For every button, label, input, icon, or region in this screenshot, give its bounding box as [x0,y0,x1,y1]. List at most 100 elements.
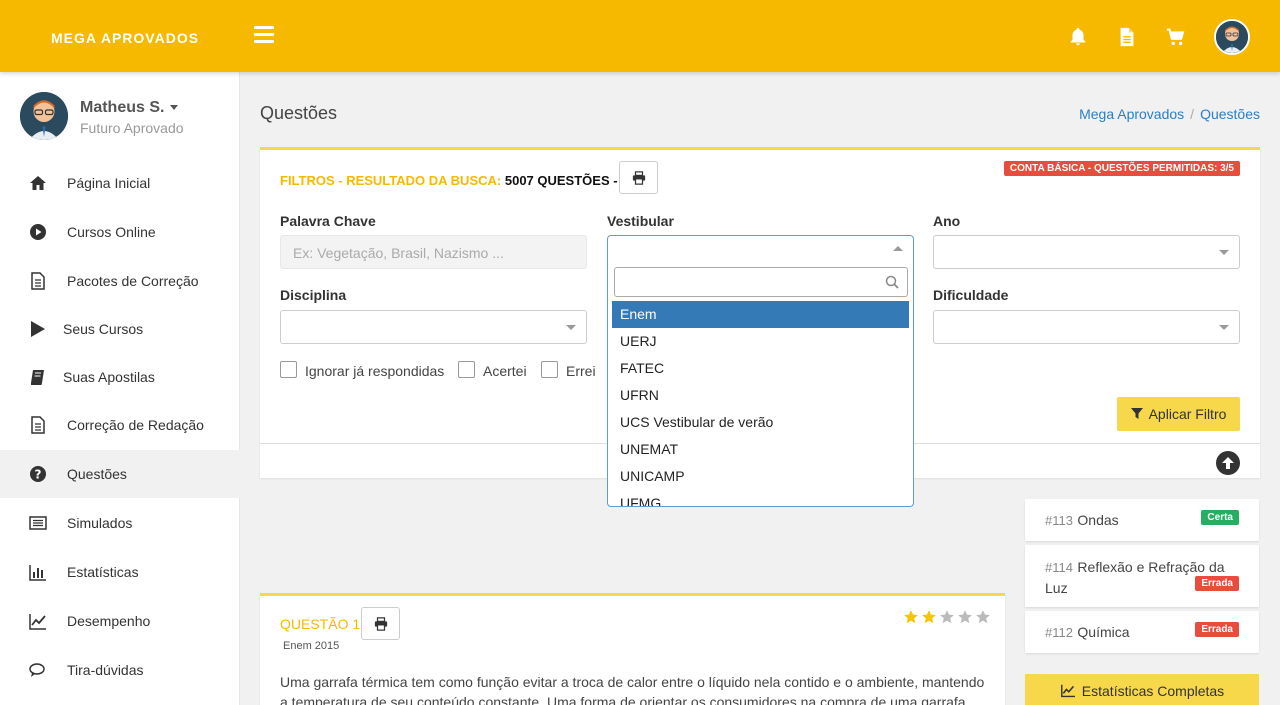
scroll-up-icon[interactable] [1216,451,1240,475]
ano-label: Ano [933,213,961,229]
svg-text:?: ? [35,468,42,482]
account-limit-badge: CONTA BÁSICA - QUESTÕES PERMITIDAS: 3/5 [1003,161,1240,176]
recent-question-item[interactable]: #114 Reflexão e Refração da Luz Errada [1025,545,1259,607]
sidebar-item-cursos-online[interactable]: Cursos Online [0,208,240,256]
ignore-answered-checkbox[interactable] [280,361,297,378]
vestibular-dropdown: Enem UERJ FATEC UFRN UCS Vestibular de v… [607,258,914,507]
print-icon [632,170,645,185]
user-avatar[interactable] [20,92,68,140]
sidebar-item-pagina-inicial[interactable]: Página Inicial [0,159,240,207]
sidebar-item-label: Questões [67,466,127,482]
question-panel: QUESTÃO 1 Enem 2015 Uma garrafa térmica … [260,593,1005,705]
dropdown-option-unemat[interactable]: UNEMAT [612,436,909,463]
apply-filter-label: Aplicar Filtro [1148,406,1227,422]
full-stats-button[interactable]: Estatísticas Completas [1025,674,1259,705]
star-icon [904,610,918,624]
list-icon [29,516,47,530]
search-icon [885,275,899,289]
recent-question-item[interactable]: #112 Química Errada [1025,611,1259,653]
book-icon [31,370,44,385]
avatar[interactable] [1214,19,1250,55]
sidebar-item-label: Desempenho [67,613,151,629]
question-print-button[interactable] [361,607,400,640]
breadcrumb-link-current[interactable]: Questões [1200,106,1260,122]
chevron-down-icon [1219,325,1229,330]
bell-icon[interactable] [1067,26,1089,48]
correct-checkbox[interactable] [458,361,475,378]
dificuldade-select[interactable] [933,310,1240,344]
page-title: Questões [260,103,338,123]
brand-logo[interactable]: MEGA APROVADOS [51,30,199,46]
sidebar-item-correcao-de-redacao[interactable]: Correção de Redação [0,401,240,449]
ano-select[interactable] [933,235,1240,269]
keyword-label: Palavra Chave [280,213,376,229]
filter-title: FILTROS - RESULTADO DA BUSCA: 5007 QUEST… [280,173,618,188]
sidebar-item-label: Seus Cursos [63,321,144,337]
sidebar-item-suas-apostilas[interactable]: Suas Apostilas [0,353,240,401]
sidebar-item-simulados[interactable]: Simulados [0,499,240,547]
home-icon [30,176,46,190]
full-stats-label: Estatísticas Completas [1081,683,1225,699]
print-icon [374,616,387,631]
line-chart-icon [29,614,46,630]
dropdown-search-input[interactable] [614,267,908,297]
dropdown-option-unicamp[interactable]: UNICAMP [612,463,909,490]
recent-question-topic: Ondas [1077,512,1119,528]
sidebar-item-pacotes-de-correcao[interactable]: Pacotes de Correção [0,257,240,305]
sidebar-item-seus-cursos[interactable]: Seus Cursos [0,305,240,353]
chevron-down-icon [1219,250,1229,255]
disciplina-select[interactable] [280,310,587,344]
sidebar-item-label: Simulados [67,515,133,531]
document-icon[interactable] [1116,26,1138,48]
recent-question-topic: Química [1077,624,1130,640]
user-profile[interactable]: Matheus S. Futuro Aprovado [20,92,230,142]
breadcrumb-link-home[interactable]: Mega Aprovados [1079,106,1184,122]
sidebar-item-estatisticas[interactable]: Estatísticas [0,548,240,596]
sidebar-item-tira-duvidas[interactable]: Tira-dúvidas [0,646,240,694]
difficulty-rating [903,609,991,625]
vestibular-label: Vestibular [607,213,674,229]
dropdown-option-enem[interactable]: Enem [612,301,909,328]
line-chart-icon [1060,684,1075,698]
correct-label: Acertei [483,363,527,379]
ignore-answered-label: Ignorar já respondidas [305,363,445,379]
question-circle-icon: ? [30,466,46,482]
sidebar-item-questoes[interactable]: ? Questões [0,450,240,498]
recent-question-text: #112 Química [1045,624,1130,642]
keyword-placeholder: Ex: Vegetação, Brasil, Nazismo ... [293,245,504,261]
sidebar-item-desempenho[interactable]: Desempenho [0,597,240,645]
user-name[interactable]: Matheus S. [80,99,179,117]
keyword-input[interactable]: Ex: Vegetação, Brasil, Nazismo ... [280,235,587,269]
dropdown-option-ufmg[interactable]: UFMG [612,490,909,506]
star-icon [976,610,990,624]
wrong-checkbox[interactable] [541,361,558,378]
comments-icon [29,663,45,677]
disciplina-label: Disciplina [280,287,347,303]
status-badge: Errada [1195,622,1239,637]
wrong-label: Errei [566,363,596,379]
breadcrumb: Mega Aprovados / Questões [1079,106,1260,122]
recent-question-number: #114 [1045,560,1073,575]
play-icon [31,321,45,337]
dropdown-option-ucs[interactable]: UCS Vestibular de verão [612,409,909,436]
sidebar-item-label: Estatísticas [67,564,139,580]
question-title: QUESTÃO 1 [280,616,361,632]
menu-icon[interactable] [254,26,274,46]
sidebar-item-label: Cursos Online [67,224,156,240]
star-icon [958,610,972,624]
question-text: Uma garrafa térmica tem como função evit… [280,674,985,705]
cart-icon[interactable] [1165,26,1187,48]
question-source: Enem 2015 [283,640,340,652]
print-button[interactable] [619,161,658,194]
result-count: 5007 QUESTÕES - [504,173,618,188]
dificuldade-label: Dificuldade [933,287,1009,303]
recent-question-item[interactable]: #113 Ondas Certa [1025,499,1259,541]
user-role: Futuro Aprovado [80,120,184,136]
dropdown-option-fatec[interactable]: FATEC [612,355,909,382]
breadcrumb-separator: / [1190,106,1195,122]
caret-down-icon[interactable] [170,105,179,111]
dropdown-option-uerj[interactable]: UERJ [612,328,909,355]
apply-filter-button[interactable]: Aplicar Filtro [1117,397,1240,431]
dropdown-option-ufrn[interactable]: UFRN [612,382,909,409]
sidebar-item-label: Página Inicial [67,175,151,191]
